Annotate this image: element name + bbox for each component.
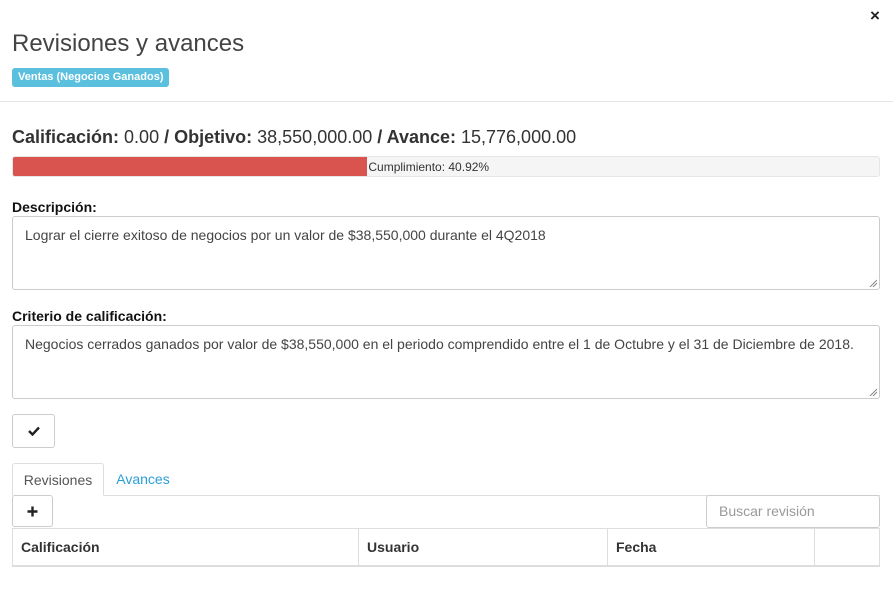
- score-summary: Calificación: 0.00 / Objetivo: 38,550,00…: [12, 126, 576, 148]
- column-header-calificacion[interactable]: Calificación: [13, 529, 359, 566]
- calificacion-value: 0.00: [124, 127, 160, 147]
- avance-label: / Avance:: [377, 127, 456, 147]
- add-revision-button[interactable]: [12, 495, 53, 527]
- compliance-progress: Cumplimiento: 40.92%: [12, 156, 880, 177]
- modal-title: Revisiones y avances: [12, 30, 245, 57]
- descripcion-textarea[interactable]: Lograr el cierre exitoso de negocios por…: [12, 216, 880, 290]
- criterio-text: Negocios cerrados ganados por valor de $…: [25, 336, 854, 352]
- objetivo-value: 38,550,000.00: [257, 127, 373, 147]
- check-icon: [27, 426, 40, 436]
- revisions-table: Calificación Usuario Fecha: [12, 528, 880, 567]
- calificacion-label: Calificación:: [12, 127, 120, 147]
- save-button[interactable]: [12, 414, 55, 448]
- column-header-actions: [815, 529, 879, 566]
- plus-icon: [27, 506, 38, 516]
- search-revision-input[interactable]: Buscar revisión: [706, 495, 880, 528]
- resize-grip-icon[interactable]: [869, 388, 877, 396]
- descripcion-text: Lograr el cierre exitoso de negocios por…: [25, 227, 546, 243]
- resize-grip-icon[interactable]: [869, 279, 877, 287]
- objetivo-label: / Objetivo:: [164, 127, 253, 147]
- progress-label: Cumplimiento: 40.92%: [368, 160, 490, 174]
- tab-revisiones[interactable]: Revisiones: [12, 463, 104, 496]
- progress-bar-fill: [13, 157, 368, 176]
- column-header-usuario[interactable]: Usuario: [359, 529, 608, 566]
- descripcion-label: Descripción:: [12, 199, 97, 215]
- modal-header: Revisiones y avances Ventas (Negocios Ga…: [0, 0, 893, 102]
- avance-value: 15,776,000.00: [461, 127, 577, 147]
- criterio-label: Criterio de calificación:: [12, 308, 167, 324]
- column-header-fecha[interactable]: Fecha: [608, 529, 815, 566]
- tab-avances[interactable]: Avances: [104, 463, 182, 496]
- category-badge: Ventas (Negocios Ganados): [12, 68, 170, 87]
- criterio-textarea[interactable]: Negocios cerrados ganados por valor de $…: [12, 325, 880, 399]
